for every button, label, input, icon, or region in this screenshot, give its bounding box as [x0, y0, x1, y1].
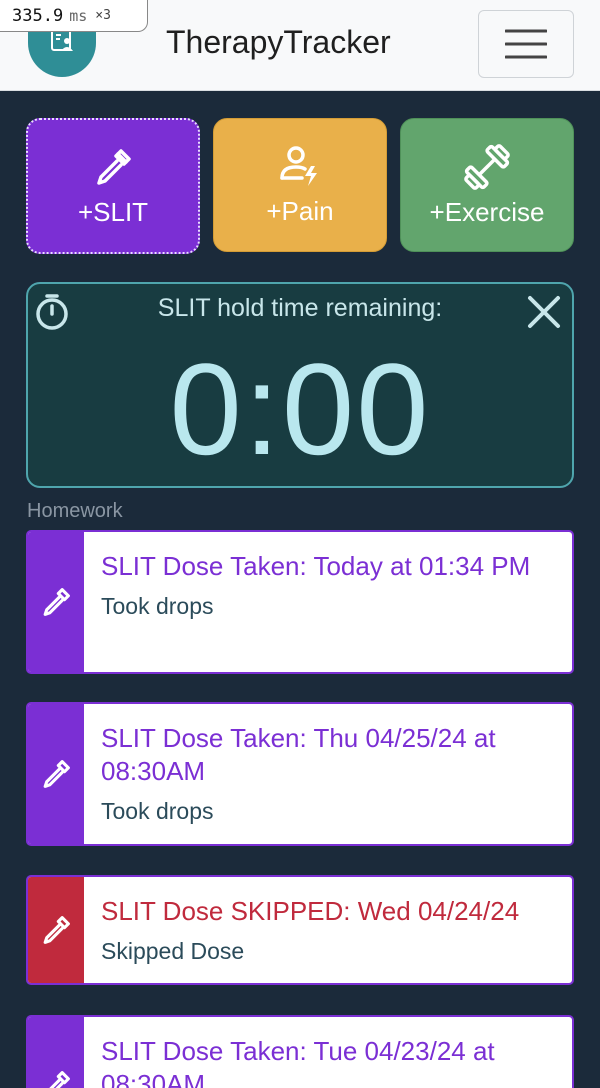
- card-heading: SLIT Dose Taken: Thu 04/25/24 at 08:30AM: [101, 723, 496, 786]
- homework-label: Homework: [27, 500, 123, 522]
- card-icon-strip: [28, 877, 84, 983]
- dropper-icon: [43, 588, 70, 616]
- add-slit-button[interactable]: +SLIT: [26, 118, 200, 254]
- card-heading: SLIT Dose Taken: Tue 04/23/24 at 08:30AM: [101, 1036, 495, 1088]
- add-pain-button[interactable]: +Pain: [213, 118, 387, 252]
- card-heading: SLIT Dose Taken: Today at 01:34 PM: [101, 551, 531, 581]
- card-note: Skipped Dose: [101, 938, 245, 964]
- slit-timer-panel: SLIT hold time remaining: 0:00: [26, 282, 574, 488]
- menu-button[interactable]: [478, 10, 574, 78]
- perf-value: 335.9: [12, 5, 64, 26]
- timer-value: 0:00: [169, 336, 431, 482]
- card-icon-strip: [28, 1017, 84, 1088]
- dropper-icon: [97, 148, 131, 185]
- homework-card[interactable]: SLIT Dose Taken: Thu 04/25/24 at 08:30AM…: [26, 702, 574, 846]
- homework-card[interactable]: SLIT Dose Taken: Today at 01:34 PM Took …: [26, 530, 574, 674]
- dropper-icon: [43, 760, 70, 788]
- perf-unit: ms: [69, 6, 88, 25]
- dumbbell-icon: [464, 143, 510, 190]
- card-icon-strip: [28, 704, 84, 844]
- homework-card[interactable]: SLIT Dose SKIPPED: Wed 04/24/24 Skipped …: [26, 875, 574, 985]
- dropper-icon: [49, 1071, 70, 1088]
- add-slit-label: +SLIT: [77, 196, 149, 227]
- card-icon-strip: [28, 532, 84, 672]
- timer-title: SLIT hold time remaining:: [157, 294, 443, 322]
- perf-overlay: 335.9 ms ×3: [0, 0, 148, 32]
- perf-multiplier: ×3: [95, 8, 111, 23]
- card-heading: SLIT Dose SKIPPED: Wed 04/24/24: [101, 896, 520, 926]
- app-title[interactable]: TherapyTracker: [166, 24, 391, 61]
- close-icon[interactable]: [526, 294, 562, 330]
- card-note: Took drops: [101, 798, 214, 824]
- user-pain-icon: [280, 145, 317, 186]
- add-pain-label: +Pain: [266, 195, 334, 226]
- card-note: Took drops: [101, 593, 214, 619]
- add-exercise-button[interactable]: +Exercise: [400, 118, 574, 252]
- hamburger-icon: [505, 29, 547, 59]
- dropper-icon: [43, 916, 70, 944]
- add-exercise-label: +Exercise: [429, 196, 545, 227]
- homework-card[interactable]: SLIT Dose Taken: Tue 04/23/24 at 08:30AM: [26, 1015, 574, 1088]
